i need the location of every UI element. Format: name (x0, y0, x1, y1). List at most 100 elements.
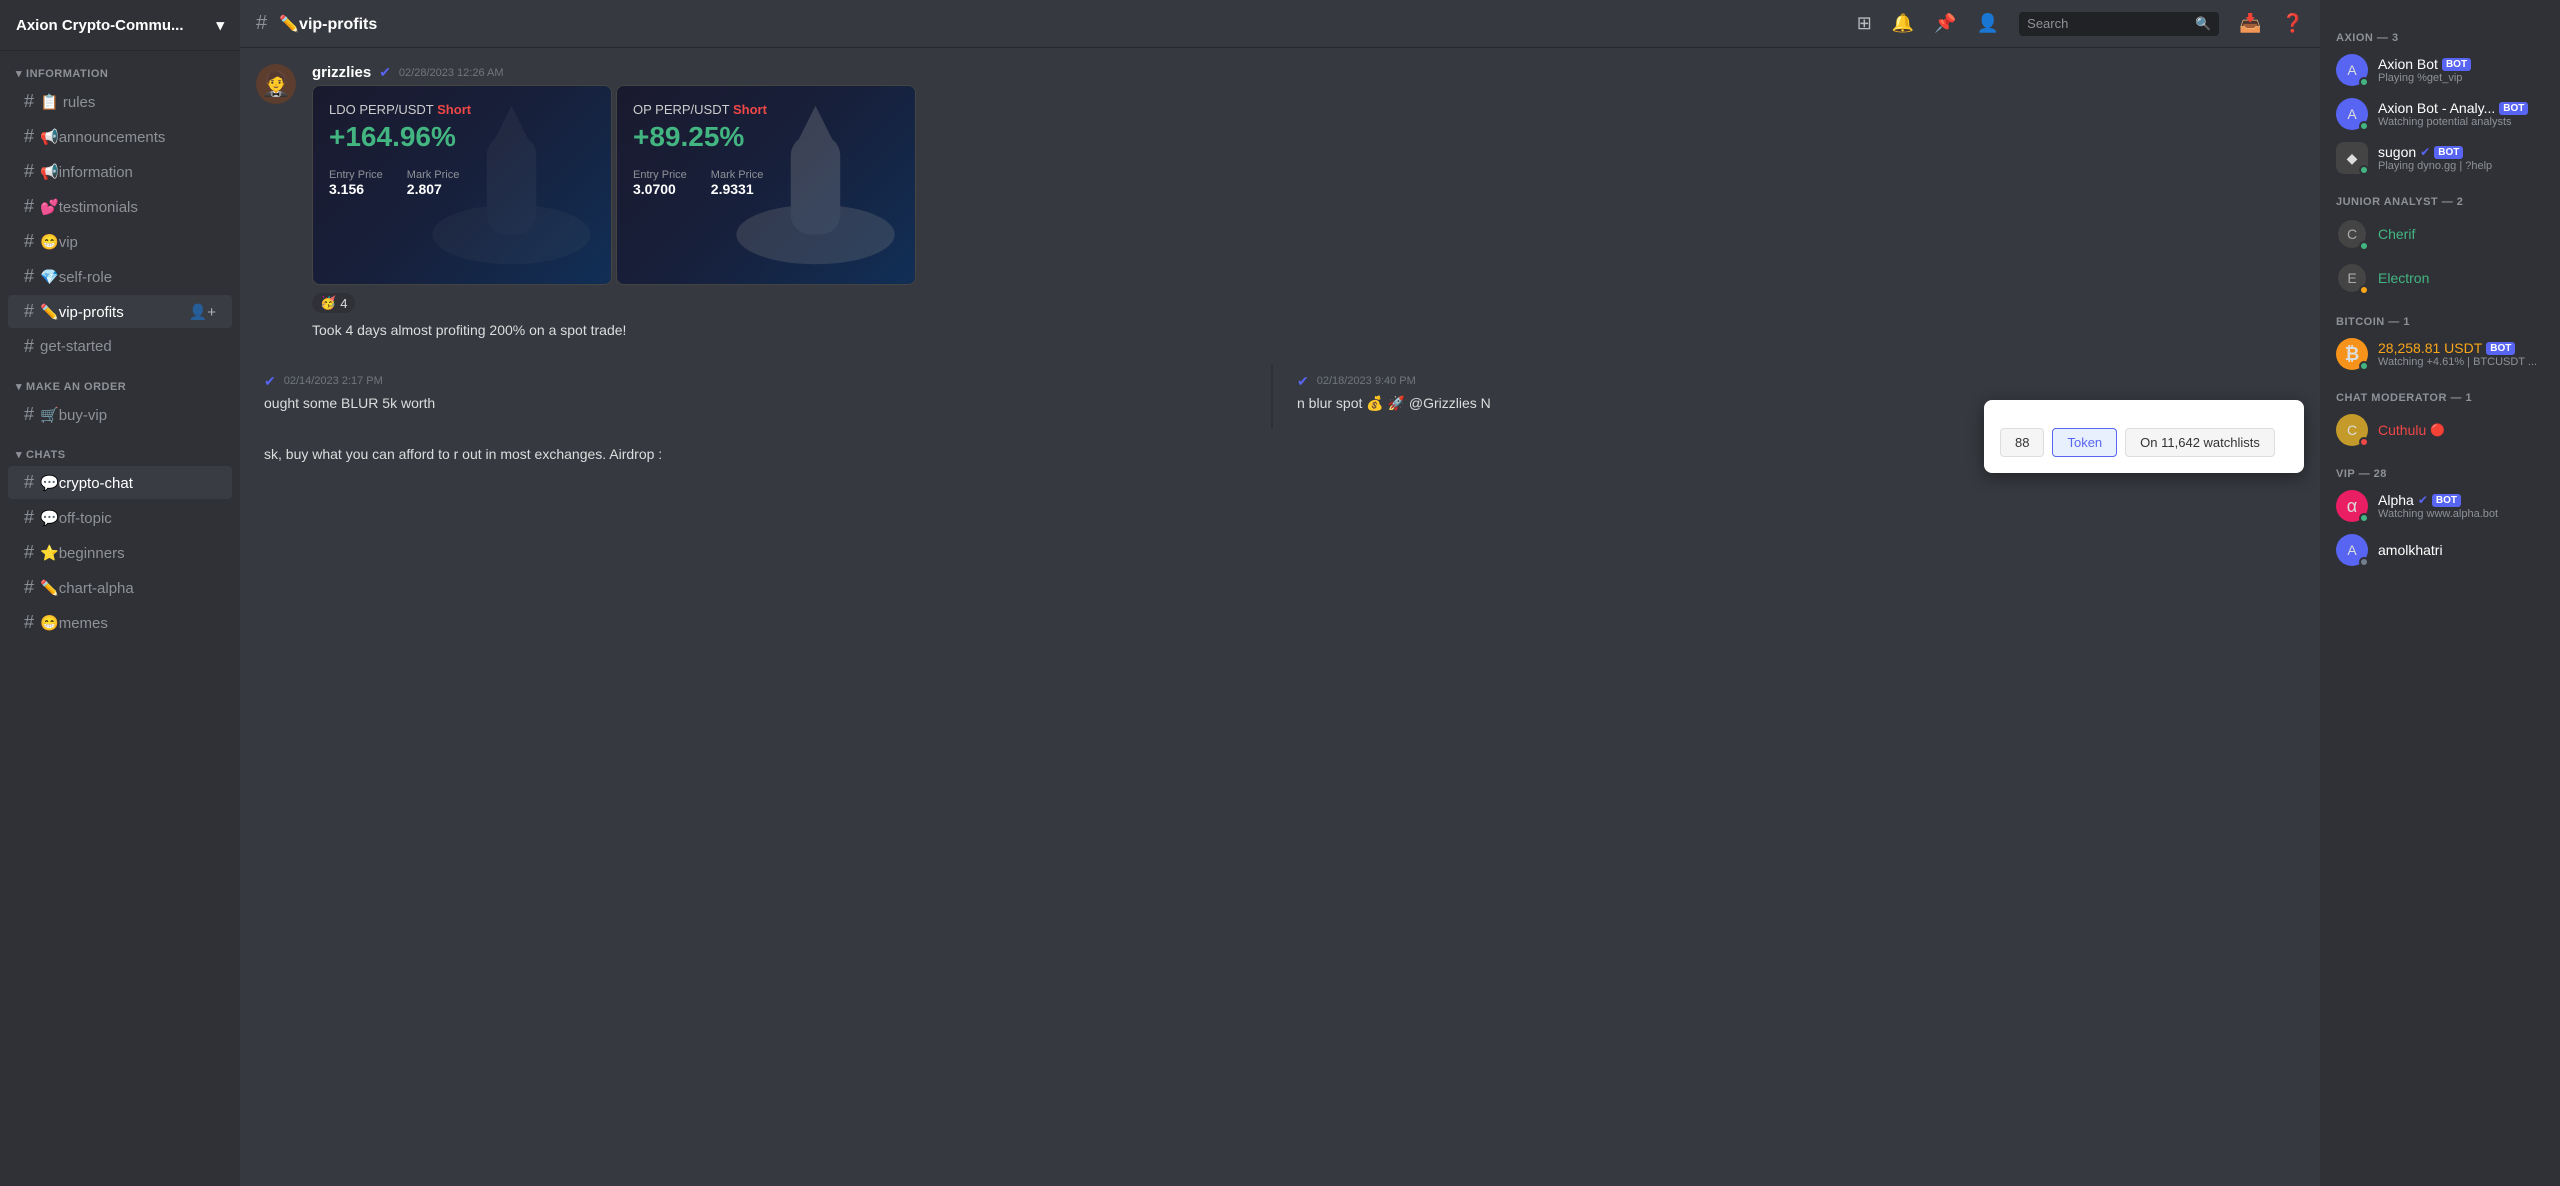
member-alpha[interactable]: α Alpha ✔ BOT Watching www.alpha.bot (2328, 484, 2552, 528)
channel-label: 💬crypto-chat (40, 474, 133, 492)
member-axion-bot-analy[interactable]: A Axion Bot - Analy... BOT Watching pote… (2328, 92, 2552, 136)
channel-crypto-chat[interactable]: # 💬crypto-chat (8, 466, 232, 499)
reaction-count: 4 (340, 296, 347, 311)
member-info: Electron (2378, 270, 2429, 286)
messages-area: 🤵 grizzlies ✔ 02/28/2023 12:26 AM (240, 48, 2320, 1186)
channel-label: 😁vip (40, 233, 78, 251)
avatar: A (2336, 54, 2368, 86)
hash-icon: # (24, 301, 34, 322)
token-button[interactable]: Token (2052, 428, 2117, 457)
channel-rules[interactable]: # 📋 rules (8, 85, 232, 118)
members-icon[interactable]: 👤 (1977, 13, 1999, 34)
member-bitcoin-bot[interactable]: ₿ 28,258.81 USDT BOT Watching +4.61% | B… (2328, 332, 2552, 376)
member-group-axion: AXION — 3 (2328, 16, 2552, 48)
avatar: ◆ (2336, 142, 2368, 174)
hash-icon: # (24, 91, 34, 112)
main-content: # ✏️vip-profits ⊞ 🔔 📌 👤 Search 🔍 📥 ❓ 🤵 g… (240, 0, 2320, 1186)
timestamp: 02/14/2023 2:17 PM (284, 375, 383, 387)
channel-label: 📋 rules (40, 93, 95, 111)
channel-label: 📢announcements (40, 128, 165, 146)
status-indicator (2359, 361, 2369, 371)
token-popup: 88 Token On 11,642 watchlists (1984, 400, 2304, 473)
avatar: A (2336, 98, 2368, 130)
channel-testimonials[interactable]: # 💕testimonials (8, 190, 232, 223)
partial-message-left: ✔ 02/14/2023 2:17 PM ought some BLUR 5k … (256, 365, 1273, 430)
mute-icon[interactable]: 🔔 (1892, 13, 1914, 34)
watchlist-button[interactable]: On 11,642 watchlists (2125, 428, 2275, 457)
message-content: grizzlies ✔ 02/28/2023 12:26 AM (312, 64, 2304, 349)
member-electron[interactable]: E Electron (2328, 256, 2552, 300)
channel-group-information[interactable]: ▾ INFORMATION (0, 51, 240, 84)
channel-group-chats[interactable]: ▾ CHATS (0, 432, 240, 465)
channel-beginners[interactable]: # ⭐beginners (8, 536, 232, 569)
channel-self-role[interactable]: # 💎self-role (8, 260, 232, 293)
member-name: amolkhatri (2378, 542, 2443, 558)
avatar: ₿ (2336, 338, 2368, 370)
members-sidebar: AXION — 3 A Axion Bot BOT Playing %get_v… (2320, 0, 2560, 1186)
channel-label: 📢information (40, 163, 133, 181)
channel-get-started[interactable]: # get-started (8, 330, 232, 363)
avatar: E (2336, 262, 2368, 294)
channel-information[interactable]: # 📢information (8, 155, 232, 188)
token-popup-buttons: 88 Token On 11,642 watchlists (2000, 428, 2288, 457)
channel-announcements[interactable]: # 📢announcements (8, 120, 232, 153)
verified-badge: ✔ (264, 373, 276, 390)
member-info: amolkhatri (2378, 542, 2443, 558)
channel-off-topic[interactable]: # 💬off-topic (8, 501, 232, 534)
partial-msg-header-right: ✔ 02/18/2023 9:40 PM (1297, 373, 2296, 390)
avatar: C (2336, 414, 2368, 446)
partial-text-left: ought some BLUR 5k worth (264, 394, 1263, 414)
channel-group-make-order[interactable]: ▾ MAKE AN ORDER (0, 364, 240, 397)
card-percent: +89.25% (633, 121, 899, 153)
search-placeholder: Search (2027, 16, 2068, 31)
member-info: Cherif (2378, 226, 2415, 242)
channel-sidebar: Axion Crypto-Commu... ▾ ▾ INFORMATION # … (0, 0, 240, 1186)
status-indicator (2359, 285, 2369, 295)
member-name: Cuthulu (2378, 422, 2426, 438)
channel-label: 😁memes (40, 614, 108, 632)
channel-memes[interactable]: # 😁memes (8, 606, 232, 639)
channel-chart-alpha[interactable]: # ✏️chart-alpha (8, 571, 232, 604)
channel-header: # ✏️vip-profits ⊞ 🔔 📌 👤 Search 🔍 📥 ❓ (240, 0, 2320, 48)
member-sub: Watching www.alpha.bot (2378, 508, 2498, 520)
search-box[interactable]: Search 🔍 (2019, 12, 2219, 36)
member-cuthulu[interactable]: C Cuthulu 🔴 (2328, 408, 2552, 452)
member-name: 28,258.81 USDT (2378, 340, 2482, 356)
member-info: Alpha ✔ BOT Watching www.alpha.bot (2378, 492, 2498, 520)
member-axion-bot[interactable]: A Axion Bot BOT Playing %get_vip (2328, 48, 2552, 92)
member-cherif[interactable]: C Cherif (2328, 212, 2552, 256)
count-button[interactable]: 88 (2000, 428, 2044, 457)
reaction[interactable]: 🥳 4 (312, 293, 355, 313)
channel-vip[interactable]: # 😁vip (8, 225, 232, 258)
card-pair: LDO PERP/USDT Short (329, 102, 595, 117)
card-content-op: OP PERP/USDT Short +89.25% Entry Price 3… (617, 86, 915, 213)
hashtag-icon[interactable]: ⊞ (1857, 13, 1872, 34)
inbox-icon[interactable]: 📥 (2239, 13, 2261, 34)
hash-icon: # (24, 196, 34, 217)
channel-buy-vip[interactable]: # 🛒buy-vip (8, 398, 232, 431)
member-group-bitcoin: BITCOIN — 1 (2328, 300, 2552, 332)
server-header[interactable]: Axion Crypto-Commu... ▾ (0, 0, 240, 51)
status-indicator (2359, 513, 2369, 523)
member-sub: Watching potential analysts (2378, 116, 2528, 128)
partial-msg-header-left: ✔ 02/14/2023 2:17 PM (264, 373, 1263, 390)
partial-messages-container: ✔ 02/14/2023 2:17 PM ought some BLUR 5k … (256, 365, 2304, 473)
member-name: Axion Bot - Analy... (2378, 100, 2495, 116)
reaction-emoji: 🥳 (320, 295, 336, 311)
help-icon[interactable]: ❓ (2282, 13, 2304, 34)
channel-vip-profits[interactable]: # ✏️vip-profits 👤+ (8, 295, 232, 328)
message-header: grizzlies ✔ 02/28/2023 12:26 AM (312, 64, 2304, 81)
chevron-down-icon: ▾ (216, 16, 224, 34)
bot-badge: BOT (2434, 146, 2463, 159)
hash-icon: # (24, 542, 34, 563)
channel-label: 💕testimonials (40, 198, 138, 216)
member-sugon[interactable]: ◆ sugon ✔ BOT Playing dyno.gg | ?help (2328, 136, 2552, 180)
status-indicator (2359, 77, 2369, 87)
card-pair: OP PERP/USDT Short (633, 102, 899, 117)
member-amolkhatri[interactable]: A amolkhatri (2328, 528, 2552, 572)
member-sub: Watching +4.61% | BTCUSDT ... (2378, 356, 2537, 368)
channel-label: ✏️vip-profits (40, 303, 124, 321)
add-member-icon[interactable]: 👤+ (189, 303, 216, 321)
channel-label: ✏️chart-alpha (40, 579, 134, 597)
pin-icon[interactable]: 📌 (1934, 13, 1956, 34)
